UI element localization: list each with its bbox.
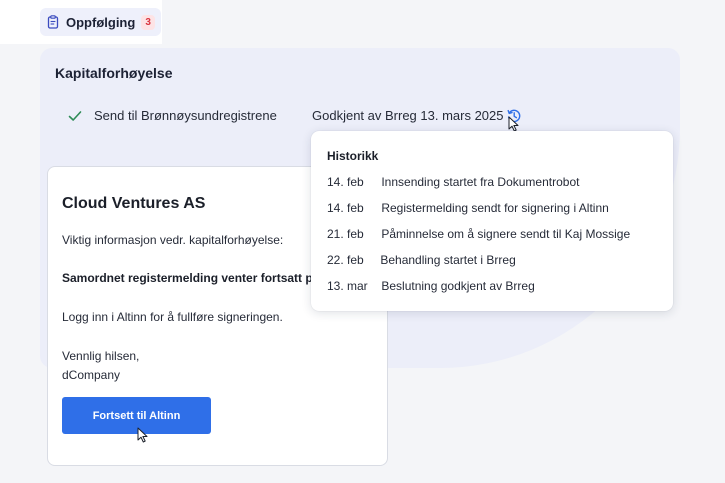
count-badge: 3 <box>141 14 155 30</box>
history-text: Innsending startet fra Dokumentrobot <box>381 175 580 189</box>
history-item: 14. feb Registermelding sendt for signer… <box>327 201 609 215</box>
history-date: 14. feb <box>327 175 364 189</box>
history-popover: Historikk 14. feb Innsending startet fra… <box>311 131 673 311</box>
section-title: Kapitalforhøyelse <box>55 65 173 81</box>
history-date: 13. mar <box>327 279 368 293</box>
email-greeting: Vennlig hilsen, <box>62 349 140 363</box>
history-item: 14. feb Innsending startet fra Dokumentr… <box>327 175 579 189</box>
history-text: Påminnelse om å signere sendt til Kaj Mo… <box>381 227 631 241</box>
mouse-cursor-icon <box>137 427 149 443</box>
tab-label: Oppfølging <box>66 14 136 30</box>
check-icon <box>68 109 82 123</box>
history-date: 14. feb <box>327 201 364 215</box>
email-intro: Viktig informasjon vedr. kapitalforhøyel… <box>62 233 284 247</box>
history-item: 13. mar Beslutning godkjent av Brreg <box>327 279 535 293</box>
step-row: Send til Brønnøysundregistrene <box>68 108 277 123</box>
tab-oppfolging[interactable]: Oppfølging 3 <box>40 8 161 36</box>
clipboard-icon <box>46 15 60 29</box>
email-sender: dCompany <box>62 368 121 382</box>
history-date: 21. feb <box>327 227 364 241</box>
tab-bar: Oppfølging 3 <box>0 0 162 44</box>
history-text: Registermelding sendt for signering i Al… <box>381 201 609 215</box>
mouse-cursor-icon <box>508 116 520 132</box>
history-date: 22. feb <box>327 253 364 267</box>
history-text: Behandling startet i Brreg <box>380 253 516 267</box>
history-text: Beslutning godkjent av Brreg <box>381 279 535 293</box>
history-item: 22. feb Behandling startet i Brreg <box>327 253 516 267</box>
history-item: 21. feb Påminnelse om å signere sendt ti… <box>327 227 630 241</box>
step-label: Send til Brønnøysundregistrene <box>94 108 277 123</box>
step-status: Godkjent av Brreg 13. mars 2025 <box>312 108 504 123</box>
email-instruction: Logg inn i Altinn for å fullføre signeri… <box>62 310 283 324</box>
history-heading: Historikk <box>327 149 379 163</box>
email-company: Cloud Ventures AS <box>62 195 206 212</box>
